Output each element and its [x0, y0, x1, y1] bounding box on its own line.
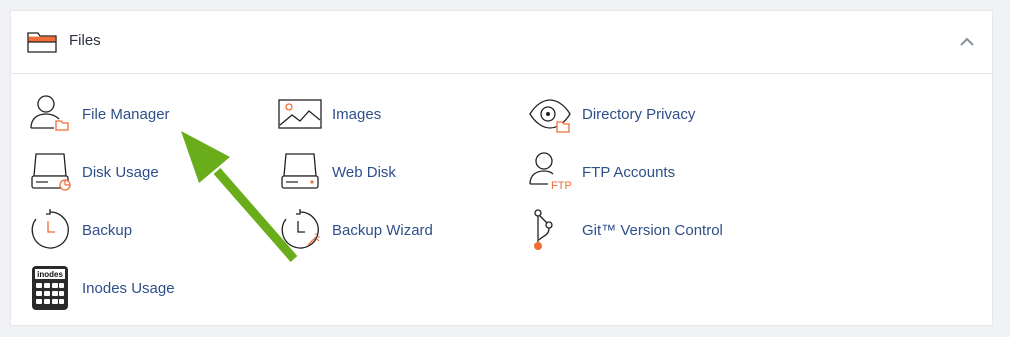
- file-manager-label: File Manager: [82, 105, 170, 123]
- images-label: Images: [332, 105, 382, 123]
- backup-wizard-label: Backup Wizard: [332, 221, 433, 239]
- images-link[interactable]: Images: [278, 92, 381, 136]
- directory-privacy-link[interactable]: Directory Privacy: [528, 92, 695, 136]
- web-disk-icon: [281, 153, 319, 189]
- disk-usage-label: Disk Usage: [82, 163, 159, 181]
- inodes-usage-icon: inodes: [32, 266, 68, 310]
- directory-privacy-label: Directory Privacy: [582, 105, 696, 123]
- ftp-accounts-icon: FTP: [529, 152, 572, 192]
- inodes-usage-link[interactable]: inodes Inodes Usage: [28, 266, 175, 310]
- images-icon: [278, 99, 322, 129]
- backup-wizard-icon: [281, 209, 320, 249]
- disk-usage-link[interactable]: Disk Usage: [28, 150, 159, 194]
- files-panel: Files File Manager Images Directory Priv: [10, 10, 993, 326]
- svg-text:FTP: FTP: [551, 180, 572, 192]
- git-icon: [534, 209, 553, 250]
- directory-privacy-icon: [529, 99, 571, 133]
- git-version-control-label: Git™ Version Control: [582, 221, 723, 239]
- git-version-control-link[interactable]: Git™ Version Control: [528, 208, 723, 252]
- file-manager-icon: [30, 95, 69, 131]
- backup-link[interactable]: Backup: [28, 208, 132, 252]
- svg-text:inodes: inodes: [37, 270, 63, 279]
- disk-usage-icon: [31, 153, 71, 191]
- web-disk-link[interactable]: Web Disk: [278, 150, 396, 194]
- backup-icon: [31, 209, 69, 249]
- backup-label: Backup: [82, 221, 133, 239]
- folder-icon: [27, 32, 57, 53]
- backup-wizard-link[interactable]: Backup Wizard: [278, 208, 433, 252]
- web-disk-label: Web Disk: [332, 163, 396, 181]
- ftp-accounts-link[interactable]: FTP FTP Accounts: [528, 150, 675, 194]
- panel-header[interactable]: Files: [11, 11, 992, 74]
- file-manager-link[interactable]: File Manager: [28, 92, 170, 136]
- ftp-accounts-label: FTP Accounts: [582, 163, 676, 181]
- inodes-usage-label: Inodes Usage: [82, 279, 175, 297]
- chevron-up-icon[interactable]: [960, 37, 974, 47]
- section-title: Files: [69, 32, 101, 49]
